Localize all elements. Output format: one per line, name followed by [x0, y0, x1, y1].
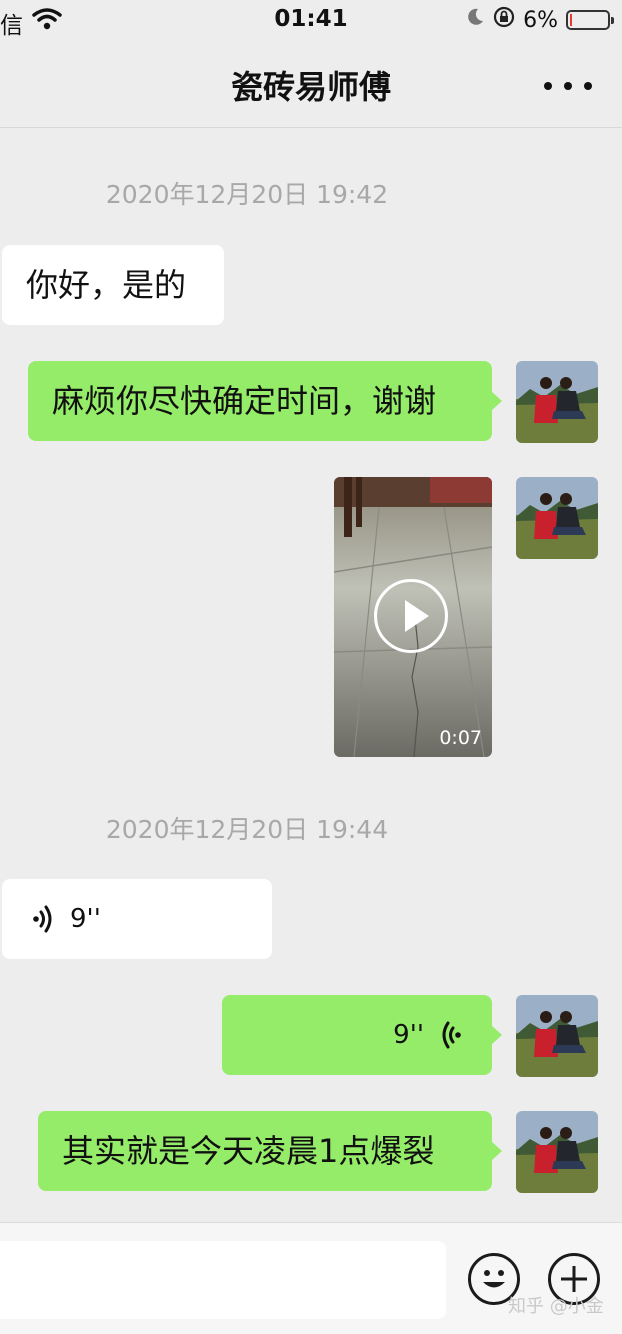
play-icon[interactable] — [374, 579, 448, 653]
moon-icon — [465, 7, 485, 33]
battery-percent: 6% — [523, 7, 558, 33]
timestamp: 2020年12月20日 19:44 — [105, 815, 389, 844]
outgoing-message[interactable]: 麻烦你尽快确定时间，谢谢 — [28, 361, 502, 441]
avatar[interactable] — [516, 361, 598, 443]
status-right: 6% — [465, 6, 614, 34]
voice-wave-icon — [440, 1020, 462, 1050]
voice-duration: 9'' — [393, 1020, 424, 1050]
watermark: 知乎 @小金 — [508, 1296, 604, 1317]
incoming-voice-message[interactable]: 9'' — [2, 879, 272, 959]
more-options-button[interactable] — [544, 72, 592, 100]
avatar[interactable] — [516, 477, 598, 559]
outgoing-voice-message[interactable]: 9'' — [222, 995, 502, 1075]
status-bar: 信 01:41 6% — [0, 0, 622, 44]
nav-bar: 瓷砖易师傅 — [0, 44, 622, 128]
timestamp: 2020年12月20日 19:42 — [105, 180, 389, 209]
battery-icon — [566, 10, 614, 30]
video-duration: 0:07 — [439, 727, 482, 749]
avatar[interactable] — [516, 1111, 598, 1193]
rotation-lock-icon — [493, 6, 515, 34]
incoming-message[interactable]: 你好，是的 — [2, 245, 224, 325]
video-message[interactable]: 0:07 — [334, 477, 492, 757]
message-input[interactable] — [0, 1241, 446, 1319]
chat-title: 瓷砖易师傅 — [230, 68, 391, 106]
voice-duration: 9'' — [70, 904, 101, 934]
voice-wave-icon — [32, 904, 54, 934]
outgoing-message[interactable]: 其实就是今天凌晨1点爆裂 — [38, 1111, 502, 1191]
avatar[interactable] — [516, 995, 598, 1077]
